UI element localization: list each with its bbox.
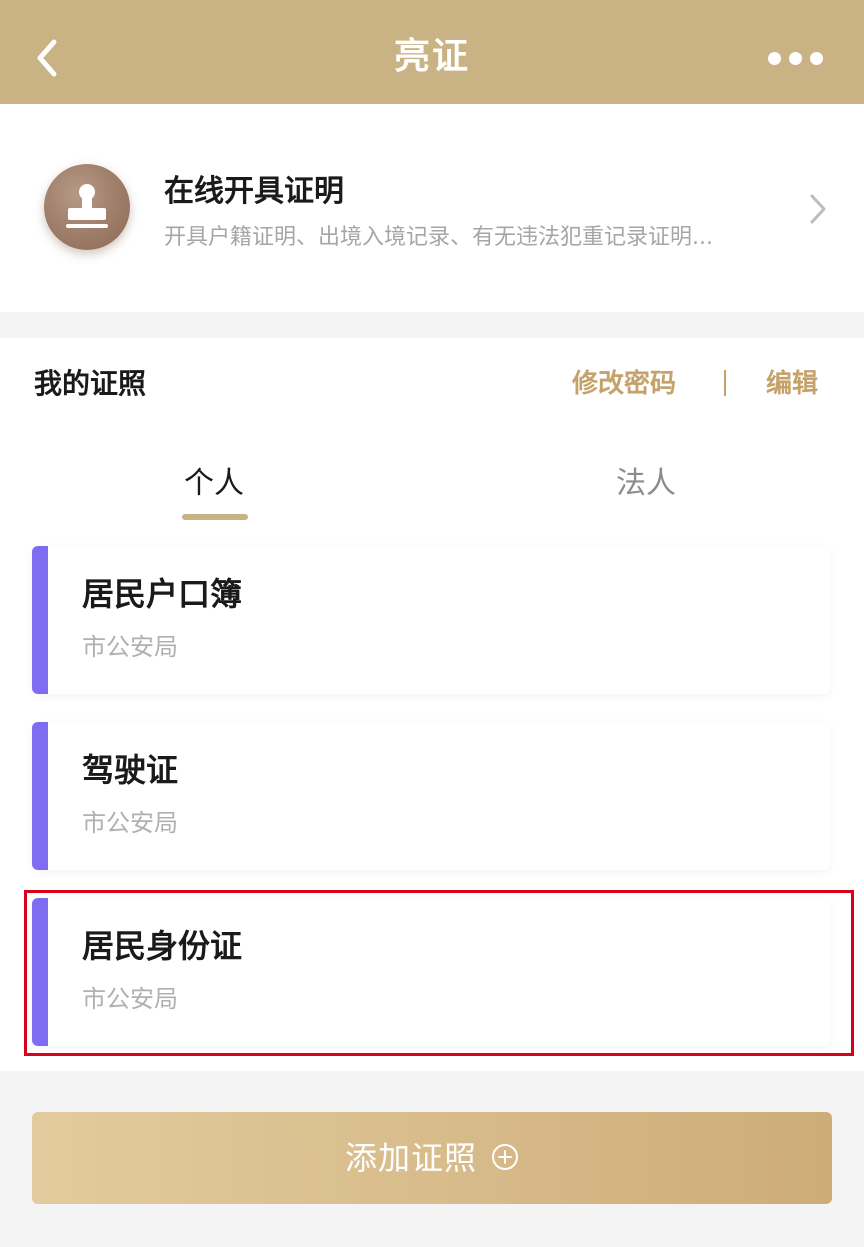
section-title: 我的证照	[34, 367, 147, 400]
service-description: 开具户籍证明、出境入境记录、有无违法犯重记录证明...	[164, 225, 713, 250]
more-dot-icon	[768, 52, 781, 65]
edit-link[interactable]: 编辑	[766, 364, 818, 404]
online-certificate-service[interactable]: 在线开具证明 开具户籍证明、出境入境记录、有无违法犯重记录证明...	[0, 104, 864, 312]
active-tab-indicator	[182, 514, 248, 520]
action-divider	[724, 370, 726, 396]
add-certificate-button[interactable]: 添加证照	[32, 1112, 832, 1204]
my-certificates-section: 我的证照 修改密码 编辑 个人 法人 居民户口簿 市公安局 驾驶证 市公安局 居…	[0, 338, 864, 1071]
card-accent-bar	[32, 546, 48, 694]
plus-circle-icon	[492, 1144, 518, 1170]
certificate-issuer: 市公安局	[82, 633, 178, 661]
page-title: 亮证	[393, 36, 470, 77]
certificate-card-driving-license[interactable]: 驾驶证 市公安局	[32, 722, 830, 870]
certificate-card-household-register[interactable]: 居民户口簿 市公安局	[32, 546, 830, 694]
top-app-bar: 亮证	[0, 0, 864, 104]
change-password-link[interactable]: 修改密码	[572, 364, 676, 404]
add-certificate-label: 添加证照	[344, 1139, 477, 1177]
certificate-title: 居民户口簿	[82, 575, 243, 613]
tab-personal[interactable]: 个人	[184, 462, 244, 506]
certificate-issuer: 市公安局	[82, 985, 178, 1013]
service-title: 在线开具证明	[164, 174, 344, 209]
certificate-title: 驾驶证	[82, 751, 179, 789]
tab-legal-entity[interactable]: 法人	[616, 462, 676, 506]
certificate-card-id-card[interactable]: 居民身份证 市公安局	[32, 898, 830, 1046]
card-accent-bar	[32, 898, 48, 1046]
card-accent-bar	[32, 722, 48, 870]
stamp-icon	[44, 164, 130, 250]
more-options-button[interactable]	[768, 44, 824, 74]
chevron-right-icon	[810, 194, 826, 224]
more-dot-icon	[810, 52, 823, 65]
certificate-title: 居民身份证	[82, 927, 243, 965]
add-certificate-label-wrap: 添加证照	[32, 1136, 832, 1180]
certificate-issuer: 市公安局	[82, 809, 178, 837]
more-dot-icon	[789, 52, 802, 65]
